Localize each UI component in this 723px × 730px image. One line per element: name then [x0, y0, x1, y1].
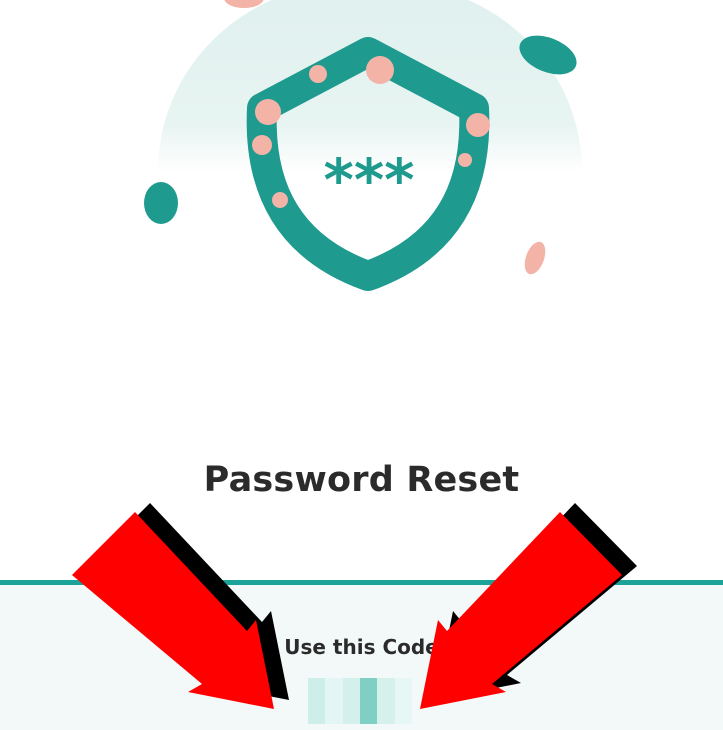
security-illustration: ***: [144, 0, 582, 291]
page-title: Password Reset: [203, 460, 520, 500]
reset-code-panel: Use this Code: [0, 580, 723, 730]
floating-ellipse-teal-left: [144, 182, 178, 224]
floating-ellipse-pink-right: [524, 241, 546, 275]
password-reset-email: *** Password Reset Use this Code: [0, 0, 723, 730]
code-label: Use this Code: [284, 635, 439, 659]
svg-text:***: ***: [324, 146, 415, 214]
reset-code-value-obscured: [308, 678, 412, 724]
masked-password-icon: ***: [324, 146, 415, 214]
